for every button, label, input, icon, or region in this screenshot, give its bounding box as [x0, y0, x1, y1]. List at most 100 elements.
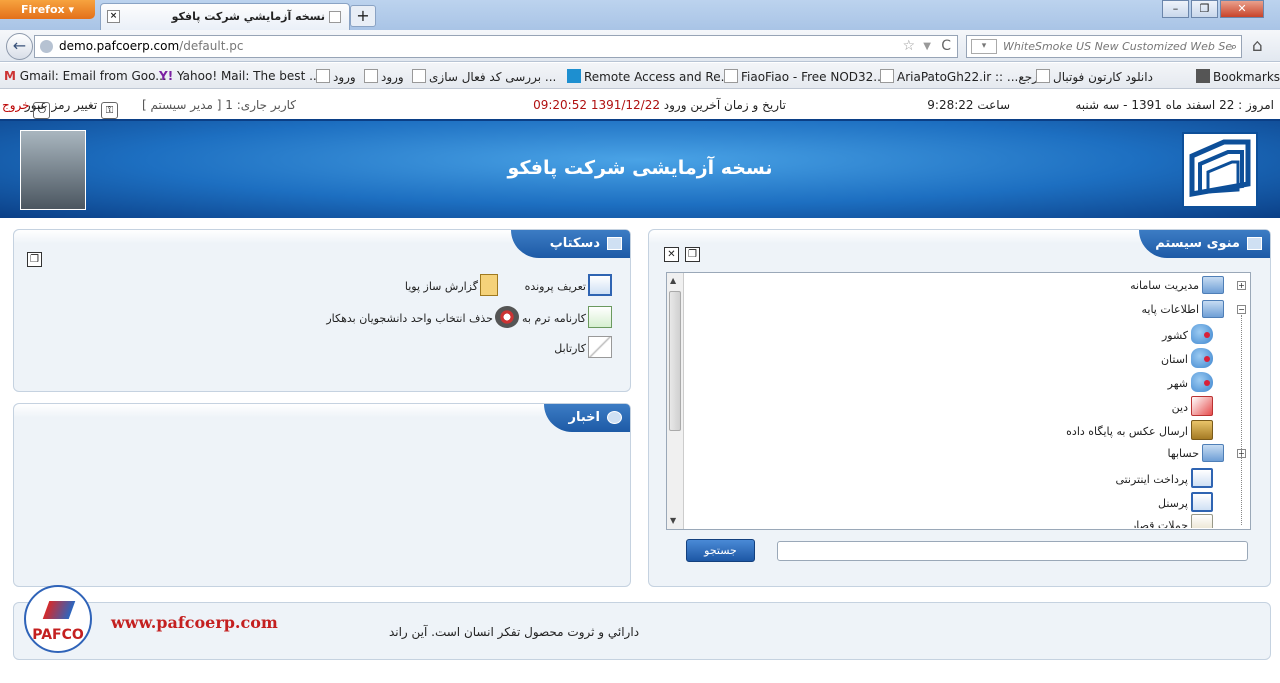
- tab-title: نسخه آزمايشي شرکت پافکو: [171, 10, 325, 23]
- folder-open-icon: [1202, 300, 1224, 318]
- collapse-icon[interactable]: −: [1237, 305, 1246, 314]
- tree-item-religion[interactable]: دین: [1172, 396, 1213, 416]
- map-icon: [1191, 372, 1213, 392]
- tree-item-label: استان: [1160, 353, 1188, 366]
- footer-url[interactable]: www.pafcoerp.com: [111, 613, 278, 632]
- yahoo-icon: Y!: [159, 69, 174, 83]
- tree-item-label: شهر: [1167, 377, 1188, 390]
- bookmark-fiaofiao[interactable]: FiaoFiao - Free NOD32...: [724, 69, 885, 84]
- key-icon: ⚿: [101, 102, 118, 119]
- folder-icon: [1202, 276, 1224, 294]
- tree-item-personnel[interactable]: پرسنل: [1158, 492, 1213, 512]
- scroll-down-icon[interactable]: ▼: [670, 516, 676, 525]
- tab-close-icon[interactable]: ×: [107, 10, 120, 23]
- scroll-thumb[interactable]: [669, 291, 681, 431]
- globe-icon: [607, 411, 622, 424]
- tree-item-system-management[interactable]: مدیریت سامانه: [1130, 276, 1224, 294]
- url-bar[interactable]: demo.pafcoerp.com/default.pc ☆ ▼ C: [34, 35, 958, 58]
- bookmark-label: Remote Access and Re...: [584, 70, 733, 84]
- bookmark-cartoon[interactable]: دانلود کارتون فوتبال: [1036, 69, 1153, 84]
- bookmark-login-2[interactable]: ورود: [364, 69, 404, 84]
- monitor-icon: [607, 237, 622, 250]
- restore-panel-icon[interactable]: ❐: [27, 252, 42, 267]
- tree-item-upload-photo[interactable]: ارسال عکس به پایگاه داده: [1066, 420, 1213, 440]
- tree-item-quotes[interactable]: جملات قصار: [1131, 514, 1213, 528]
- new-tab-button[interactable]: +: [350, 5, 376, 27]
- logout-link[interactable]: خروج ⏻: [2, 98, 51, 119]
- page-icon: [412, 69, 426, 83]
- tree-scrollbar[interactable]: ▲ ▼: [667, 273, 684, 529]
- desktop-item-define-file[interactable]: تعریف پرونده: [525, 274, 612, 296]
- tree-item-province[interactable]: استان: [1161, 348, 1213, 368]
- bookmark-label: Yahoo! Mail: The best ...: [177, 69, 321, 83]
- footer: دارائي و ثروت محصول تفکر انسان است. آين …: [13, 585, 1271, 660]
- close-panel-icon[interactable]: ✕: [664, 247, 679, 262]
- desktop-panel: دسکتاپ ❐ تعریف پرونده گزارش ساز پویا کار…: [13, 229, 631, 392]
- tree-item-label: ارسال عکس به پایگاه داده: [1066, 425, 1188, 438]
- power-icon: ⏻: [33, 102, 51, 119]
- reload-icon[interactable]: C: [941, 36, 951, 57]
- search-icon[interactable]: ⌕: [1231, 36, 1237, 57]
- tree-item-label: پرسنل: [1158, 497, 1188, 510]
- tree-item-city[interactable]: شهر: [1168, 372, 1213, 392]
- bookmark-label: ورود: [381, 70, 404, 84]
- notes-icon: [1191, 514, 1213, 528]
- header-banner: نسخه آزمایشی شرکت پافکو: [0, 119, 1280, 218]
- tree-item-label: اطلاعات پایه: [1141, 303, 1199, 316]
- browser-tab[interactable]: نسخه آزمايشي شرکت پافکو ×: [100, 3, 350, 30]
- current-time: ساعت 9:28:22: [927, 98, 1010, 112]
- restore-window-icon[interactable]: ❐: [1191, 0, 1218, 18]
- tree-item-label: پرداخت اینترنتی: [1115, 473, 1188, 486]
- system-menu-panel-head: منوی سیستم: [649, 230, 1270, 264]
- bookmark-star-icon[interactable]: ☆: [902, 36, 915, 57]
- bookmark-activation[interactable]: بررسی کد فعال سازی ...: [412, 69, 556, 84]
- bookmark-login-1[interactable]: ورود: [316, 69, 356, 84]
- bookmark-remote-access[interactable]: Remote Access and Re...: [567, 69, 732, 84]
- news-panel-title: اخبار: [568, 410, 601, 425]
- bookmark-label: Bookmarks: [1213, 70, 1280, 84]
- firefox-menu-button[interactable]: Firefox ▾: [0, 0, 95, 19]
- current-user: کاربر جاری: 1 [ مدیر سیستم ]: [142, 98, 296, 112]
- bookmark-ariapato[interactable]: AriaPatoGh22.ir :: ...مرجع: [880, 69, 1045, 84]
- menu-search-button[interactable]: جستجو: [686, 539, 755, 562]
- desktop-item-label: حذف انتخاب واحد دانشجویان بدهکار: [326, 312, 493, 325]
- tree-item-basic-info[interactable]: اطلاعات پایه: [1141, 300, 1224, 318]
- restore-panel-icon[interactable]: ❐: [685, 247, 700, 262]
- tree-item-label: جملات قصار: [1130, 519, 1188, 528]
- desktop-panel-head: دسکتاپ: [14, 230, 630, 264]
- tree-item-country[interactable]: کشور: [1162, 324, 1213, 344]
- desktop-item-report-builder[interactable]: گزارش ساز پویا: [405, 274, 498, 296]
- map-icon: [1191, 348, 1213, 368]
- home-icon[interactable]: ⌂: [1252, 36, 1263, 56]
- browser-title-bar: Firefox ▾ نسخه آزمايشي شرکت پافکو × + – …: [0, 0, 1280, 30]
- url-dropdown-icon[interactable]: ▼: [923, 36, 931, 57]
- tree-item-label: دین: [1171, 401, 1188, 414]
- desktop-item-cartable[interactable]: کارتابل: [554, 336, 612, 358]
- bookmark-label: AriaPatoGh22.ir :: ...مرجع: [897, 70, 1046, 84]
- bookmark-yahoo[interactable]: Y! Yahoo! Mail: The best ...: [159, 69, 321, 83]
- tree-item-accounts[interactable]: حسابها: [1168, 444, 1224, 462]
- menu-search-input[interactable]: [777, 541, 1248, 561]
- desktop-item-label: گزارش ساز پویا: [404, 280, 478, 293]
- news-panel: اخبار: [13, 403, 631, 587]
- pafco-logo: PAFCO: [24, 585, 92, 653]
- tree-item-online-payment[interactable]: پرداخت اینترنتی: [1115, 468, 1213, 488]
- close-window-icon[interactable]: ✕: [1220, 0, 1264, 18]
- back-arrow-icon[interactable]: ←: [6, 33, 33, 60]
- page-icon: [364, 69, 378, 83]
- expand-icon[interactable]: +: [1237, 281, 1246, 290]
- bookmark-gmail[interactable]: M Gmail: Email from Goo...: [4, 69, 167, 83]
- news-panel-head: اخبار: [14, 404, 630, 438]
- navigation-bar: ← demo.pafcoerp.com/default.pc ☆ ▼ C ▾ W…: [0, 30, 1280, 62]
- minimize-window-icon[interactable]: –: [1162, 0, 1189, 18]
- bookmark-label: ورود: [333, 70, 356, 84]
- tab-favicon-icon: [329, 11, 341, 23]
- bookmarks-menu[interactable]: Bookmarks: [1196, 69, 1280, 84]
- search-engine-icon[interactable]: ▾: [971, 39, 997, 54]
- web-search-input[interactable]: ▾ WhiteSmoke US New Customized Web Se ⌕: [966, 35, 1242, 58]
- url-path: /default.pc: [179, 39, 244, 53]
- tree-guide-line: [1241, 315, 1242, 525]
- app-status-bar: امروز : 22 اسفند ماه 1391 - سه شنبه ساعت…: [0, 90, 1280, 119]
- scroll-up-icon[interactable]: ▲: [670, 276, 676, 285]
- desktop-item-remove-debtors[interactable]: حذف انتخاب واحد دانشجویان بدهکار: [326, 306, 519, 328]
